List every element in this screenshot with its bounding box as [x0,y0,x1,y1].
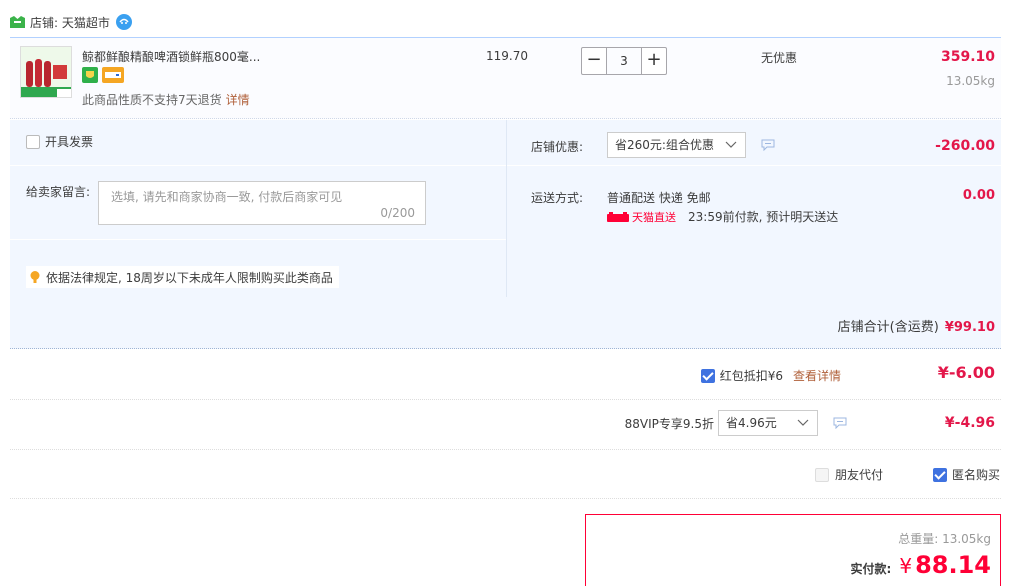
seller-message-input[interactable]: 选填, 请先和商家协商一致, 付款后商家可见 0/200 [98,181,426,225]
currency-symbol: ¥ [899,554,913,578]
tmall-delivery-badge: 天猫直送 [607,209,676,225]
guarantee-badge-icon[interactable] [82,67,98,83]
increase-quantity-button[interactable]: + [641,47,667,75]
chevron-down-icon [725,141,737,148]
vip-label: 88VIP专享9.5折 [624,417,714,431]
vip-selected: 省4.96元 [726,416,777,430]
product-title[interactable]: 鲸都鲜酿精酿啤酒锁鲜瓶800毫... [82,48,282,65]
friend-pay-option[interactable]: 朋友代付 [815,466,883,483]
shipping-eta: 23:59前付款, 预计明天送达 [688,210,839,224]
view-details-link[interactable]: 查看详情 [793,367,841,384]
red-packet-amount: ¥-6.00 [937,363,995,382]
order-left-column: 开具发票 给卖家留言: 选填, 请先和商家协商一致, 付款后商家可见 0/200… [10,120,506,297]
order-options-panel: 开具发票 给卖家留言: 选填, 请先和商家协商一致, 付款后商家可见 0/200… [10,120,1002,349]
decrease-quantity-button[interactable]: − [581,47,607,75]
red-packet-checkbox[interactable] [700,368,715,383]
shipping-amount: 0.00 [962,188,995,203]
details-link[interactable]: 详情 [226,93,250,107]
red-packet-option[interactable]: 红包抵扣¥6 查看详情 [700,367,841,384]
vip-discount-row: 88VIP专享9.5折 省4.96元 ¥-4.96 [10,400,1001,450]
bulb-icon [30,271,40,283]
invoice-label: 开具发票 [45,135,94,149]
shipping-eta-row: 天猫直送 23:59前付款, 预计明天送达 [607,208,838,225]
actual-payment-value: 88.14 [915,551,991,579]
friend-pay-label: 朋友代付 [835,468,884,482]
age-restriction-note: 依据法律规定, 18周岁以下未成年人限制购买此类商品 [26,266,339,288]
total-weight: 总重量: 13.05kg [898,532,991,546]
shop-promo-selected: 省260元:组合优惠 [615,138,714,152]
shop-promo-label: 店铺优惠: [531,140,584,154]
payment-summary: 总重量: 13.05kg 实付款: ¥ 88.14 [585,514,1001,586]
tmall-shop-icon [10,16,25,28]
product-thumbnail[interactable] [20,46,72,98]
tmall-delivery-text: 天猫直送 [632,210,676,224]
unit-price: 119.70 [486,49,528,63]
invoice-option[interactable]: 开具发票 [26,133,93,150]
return-policy-note: 此商品性质不支持7天退货 详情 [82,91,250,108]
item-discount: 无优惠 [761,51,798,65]
order-right-column: 店铺优惠: 省260元:组合优惠 -260.00 运送方式: 普通配送 快递 免… [506,120,1002,297]
shop-promo-select[interactable]: 省260元:组合优惠 [607,132,746,158]
divider [10,498,1001,499]
message-label: 给卖家留言: [26,185,91,199]
age-restriction-text: 依据法律规定, 18周岁以下未成年人限制购买此类商品 [46,270,333,285]
card-badge-icon[interactable] [102,67,124,83]
item-weight: 13.05kg [946,74,995,88]
vip-discount-select[interactable]: 省4.96元 [718,410,818,436]
actual-payment-label: 实付款: [850,562,892,576]
chevron-down-icon [797,419,809,426]
shop-header: 店铺: 天猫超市 [10,12,133,32]
divider [507,165,1002,166]
tmall-delivery-icon [607,211,629,222]
friend-pay-checkbox[interactable] [815,467,829,482]
actual-payment: 实付款: ¥ 88.14 [851,551,991,579]
chat-icon[interactable] [833,417,847,429]
shipping-label: 运送方式: [531,191,584,205]
quantity-input[interactable]: 3 [607,47,641,75]
anonymous-checkbox[interactable] [933,467,947,482]
shop-total: 店铺合计(含运费) ¥99.10 [838,316,995,335]
anonymous-purchase-option[interactable]: 匿名购买 [933,466,1000,483]
message-placeholder: 选填, 请先和商家协商一致, 付款后商家可见 [111,190,343,204]
item-subtotal: 359.10 [940,49,995,65]
service-badges [82,67,124,83]
anonymous-label: 匿名购买 [952,468,1001,482]
shop-promo-amount: -260.00 [935,138,995,154]
red-packet-row: 红包抵扣¥6 查看详情 ¥-6.00 [10,350,1001,400]
message-char-count: 0/200 [380,206,415,220]
order-item-row: 鲸都鲜酿精酿啤酒锁鲜瓶800毫... 此商品性质不支持7天退货 详情 119.70… [10,37,1001,119]
quantity-stepper: − 3 + [581,47,667,75]
return-policy-text: 此商品性质不支持7天退货 [82,93,222,107]
shop-total-label: 店铺合计(含运费) [837,320,939,335]
wangwang-icon[interactable] [115,13,133,31]
shipping-method: 普通配送 快递 免邮 [607,191,711,205]
divider [10,165,506,166]
red-packet-label: 红包抵扣¥6 [719,369,783,383]
invoice-checkbox[interactable] [26,134,40,149]
vip-amount: ¥-4.96 [944,415,995,431]
shop-name[interactable]: 店铺: 天猫超市 [30,14,110,31]
shop-total-value: ¥99.10 [944,320,995,335]
divider [10,239,506,240]
chat-icon[interactable] [761,139,775,151]
